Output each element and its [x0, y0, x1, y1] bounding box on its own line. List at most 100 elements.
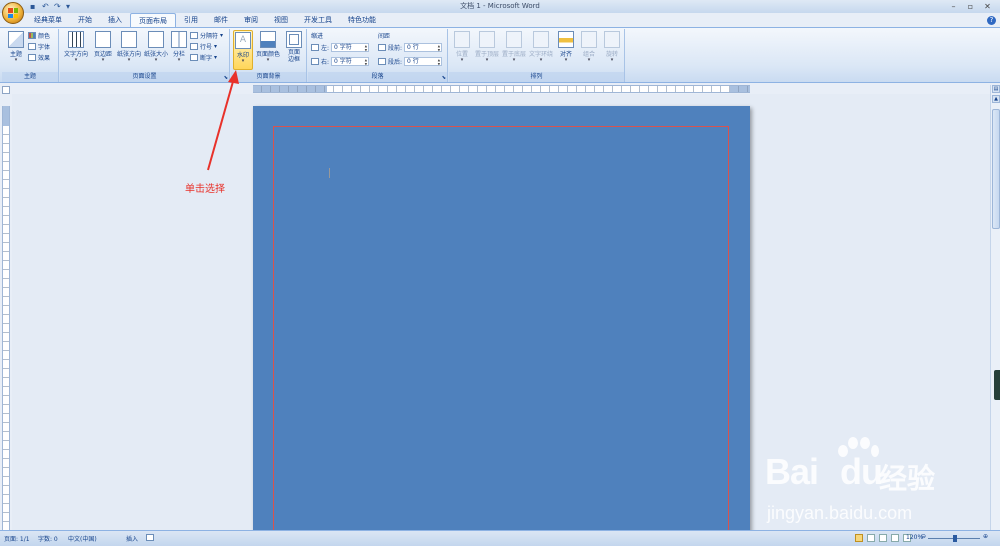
- watermark-brand-cn: 经验: [879, 462, 936, 495]
- page-setup-launcher-icon[interactable]: ⬊: [224, 75, 228, 81]
- close-icon[interactable]: ✕: [979, 1, 996, 12]
- horizontal-ruler[interactable]: [253, 85, 750, 93]
- page-size-button[interactable]: 纸张大小 ▾: [143, 30, 169, 70]
- theme-effects-button[interactable]: 效果: [28, 53, 50, 62]
- group-themes: 主题 ▾ 颜色 字体 效果 主题: [2, 29, 59, 82]
- group-arrange: 位置 ▾ 置于顶层 ▾ 置于底层 ▾ 文字环绕 ▾ 对齐 ▾ 组合 ▾ 旋转 ▾…: [449, 29, 625, 82]
- indent-right-input[interactable]: 0 字符: [331, 57, 370, 66]
- page-size-icon: [148, 31, 164, 48]
- page-color-button[interactable]: 页面颜色 ▾: [255, 30, 281, 70]
- page-margin-guides: [273, 126, 729, 546]
- watermark-icon: A: [235, 32, 251, 49]
- breaks-icon: [190, 32, 198, 39]
- line-numbers-icon: [190, 43, 198, 50]
- web-view-icon[interactable]: [878, 534, 887, 542]
- status-page[interactable]: 页面: 1/1: [4, 534, 30, 543]
- ribbon-tabs: 经典菜单 开始 插入 页面布局 引用 邮件 审阅 视图 开发工具 特色功能: [26, 13, 384, 27]
- align-button[interactable]: 对齐 ▾: [555, 30, 577, 70]
- status-bar: 页面: 1/1 字数: 0 中文(中国) 插入 120% ⊖ ⊕: [0, 530, 1000, 546]
- spacing-before-row: 段前: 0 行: [378, 43, 443, 52]
- rotate-icon: [604, 31, 620, 48]
- spacing-before-icon: [378, 44, 386, 51]
- scroll-up-icon[interactable]: ▲: [992, 95, 1000, 103]
- status-words[interactable]: 字数: 0: [38, 534, 58, 543]
- ruler-toggle-icon[interactable]: ▤: [992, 85, 1000, 93]
- tab-classic-menu[interactable]: 经典菜单: [26, 13, 70, 27]
- indent-right-row: 右: 0 字符: [311, 57, 370, 66]
- vertical-scrollbar[interactable]: ▤ ▲: [990, 85, 1000, 530]
- tab-home[interactable]: 开始: [70, 13, 100, 27]
- text-wrapping-button[interactable]: 文字环绕 ▾: [528, 30, 554, 70]
- themes-icon: [8, 31, 24, 48]
- fonts-icon: [28, 43, 36, 50]
- tab-special-features[interactable]: 特色功能: [340, 13, 384, 27]
- watermark-button[interactable]: A 水印 ▾: [233, 30, 253, 70]
- help-icon[interactable]: ?: [987, 16, 996, 25]
- position-button[interactable]: 位置 ▾: [451, 30, 473, 70]
- tab-selector-icon[interactable]: [2, 86, 10, 94]
- watermark-url: jingyan.baidu.com: [767, 503, 913, 523]
- side-panel-tab[interactable]: [994, 370, 1000, 400]
- maximize-icon[interactable]: ▫: [962, 1, 979, 12]
- minimize-icon[interactable]: –: [945, 1, 962, 12]
- tab-page-layout[interactable]: 页面布局: [130, 13, 176, 27]
- office-button[interactable]: [2, 2, 24, 24]
- theme-colors-button[interactable]: 颜色: [28, 31, 50, 40]
- zoom-slider-knob[interactable]: [953, 535, 957, 542]
- status-language[interactable]: 中文(中国): [68, 534, 97, 543]
- line-numbers-button[interactable]: 行号 ▾: [190, 42, 217, 51]
- send-to-back-button[interactable]: 置于底层 ▾: [501, 30, 527, 70]
- office-logo-icon: [8, 8, 18, 18]
- window-controls: – ▫ ✕: [945, 1, 996, 12]
- group-label-page-background: 页面背景: [231, 72, 306, 82]
- bring-to-front-button[interactable]: 置于顶层 ▾: [474, 30, 500, 70]
- full-screen-view-icon[interactable]: [866, 534, 875, 542]
- tab-references[interactable]: 引用: [176, 13, 206, 27]
- tab-review[interactable]: 审阅: [236, 13, 266, 27]
- macro-record-icon[interactable]: [146, 534, 154, 541]
- group-page-background: A 水印 ▾ 页面颜色 ▾ 页面边框 页面背景: [231, 29, 307, 82]
- group-paragraph: 缩进 间距 左: 0 字符 右: 0 字符 段前: 0 行 段后: 0 行 段落…: [308, 29, 448, 82]
- bring-to-front-icon: [479, 31, 495, 48]
- group-label-paragraph: 段落: [308, 72, 447, 82]
- hyphenation-button[interactable]: 断字 ▾: [190, 53, 217, 62]
- group-objects-icon: [581, 31, 597, 48]
- outline-view-icon[interactable]: [890, 534, 899, 542]
- group-objects-button[interactable]: 组合 ▾: [578, 30, 600, 70]
- document-page[interactable]: [253, 106, 750, 546]
- text-direction-button[interactable]: 文字方向 ▾: [62, 30, 90, 70]
- spacing-title: 间距: [378, 33, 391, 40]
- spacing-before-input[interactable]: 0 行: [404, 43, 443, 52]
- tab-view[interactable]: 视图: [266, 13, 296, 27]
- page-borders-button[interactable]: 页面边框: [283, 30, 305, 70]
- spacing-after-input[interactable]: 0 行: [404, 57, 443, 66]
- paragraph-launcher-icon[interactable]: ⬊: [442, 75, 446, 81]
- annotation-text: 单击选择: [185, 184, 225, 195]
- print-layout-view-icon[interactable]: [855, 534, 863, 542]
- margins-button[interactable]: 页边距 ▾: [91, 30, 115, 70]
- text-cursor: [329, 168, 330, 178]
- scroll-thumb[interactable]: [992, 109, 1000, 229]
- indent-left-icon: [311, 44, 319, 51]
- zoom-out-icon[interactable]: ⊖: [921, 533, 926, 540]
- rotate-button[interactable]: 旋转 ▾: [601, 30, 623, 70]
- watermark-brand: Bai du: [765, 451, 883, 492]
- columns-button[interactable]: 分栏 ▾: [170, 30, 188, 70]
- tab-insert[interactable]: 插入: [100, 13, 130, 27]
- ribbon: 主题 ▾ 颜色 字体 效果 主题 文字方向 ▾ 页边距 ▾ 纸张方向 ▾ 纸张大…: [0, 27, 1000, 83]
- themes-button[interactable]: 主题 ▾: [4, 30, 28, 70]
- zoom-in-icon[interactable]: ⊕: [983, 533, 988, 540]
- status-insert-mode[interactable]: 插入: [126, 534, 138, 543]
- page-borders-icon: [286, 31, 302, 48]
- tab-developer[interactable]: 开发工具: [296, 13, 340, 27]
- send-to-back-icon: [506, 31, 522, 48]
- orientation-button[interactable]: 纸张方向 ▾: [116, 30, 142, 70]
- tab-mailings[interactable]: 邮件: [206, 13, 236, 27]
- vertical-ruler[interactable]: [2, 106, 10, 530]
- group-page-setup: 文字方向 ▾ 页边距 ▾ 纸张方向 ▾ 纸张大小 ▾ 分栏 ▾ 分隔符 ▾ 行号 ▾…: [60, 29, 230, 82]
- position-icon: [454, 31, 470, 48]
- indent-left-input[interactable]: 0 字符: [331, 43, 370, 52]
- indent-right-icon: [311, 58, 319, 65]
- theme-fonts-button[interactable]: 字体: [28, 42, 50, 51]
- breaks-button[interactable]: 分隔符 ▾: [190, 31, 223, 40]
